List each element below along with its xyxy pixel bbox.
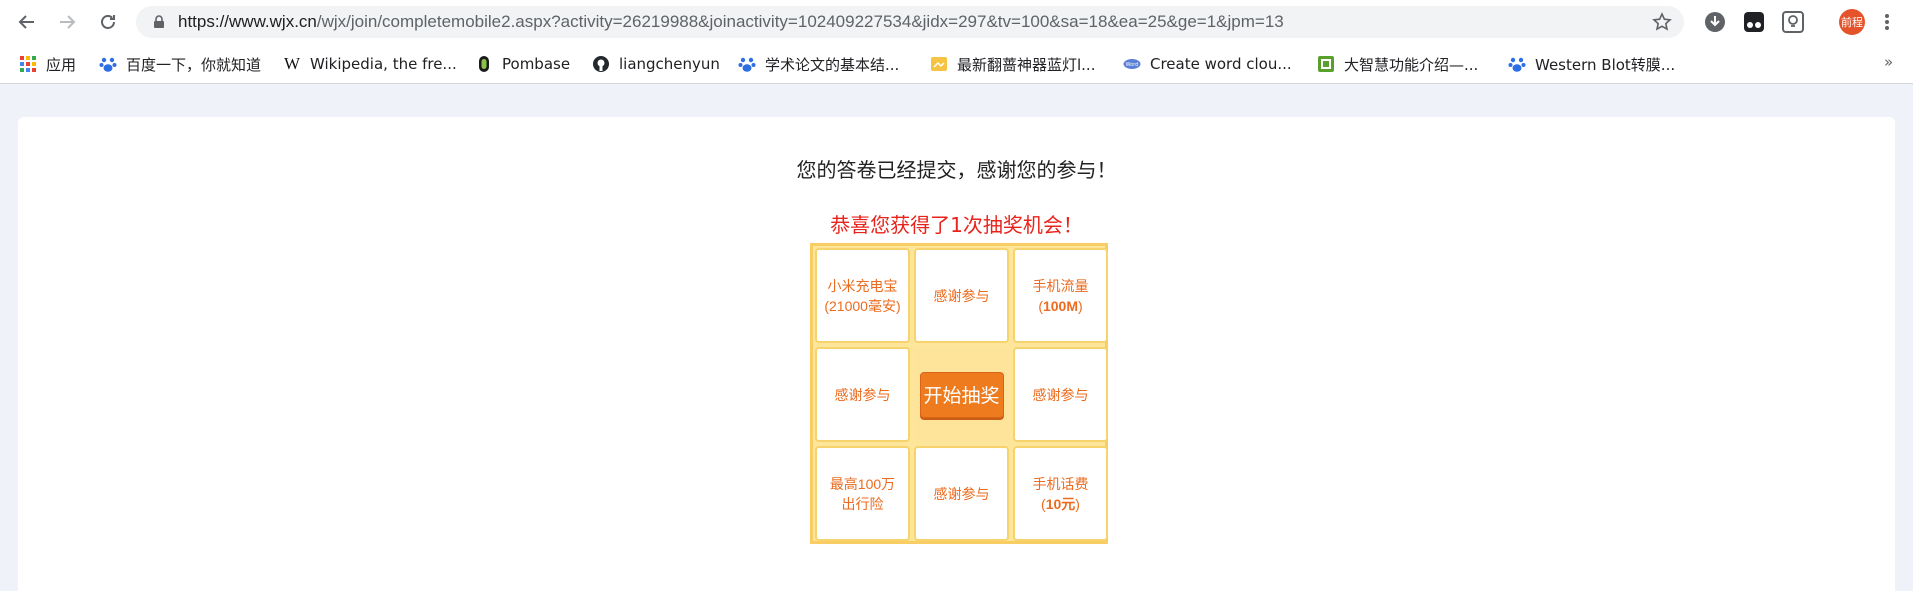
prize-cell-data-plan: 手机流量 (100M) xyxy=(1013,248,1108,343)
lantern-icon xyxy=(930,55,948,73)
lock-icon xyxy=(154,15,164,28)
reload-button[interactable] xyxy=(96,10,120,34)
bookmark-label: 应用 xyxy=(46,55,77,74)
bookmark-label: liangchenyun xyxy=(619,55,720,73)
prize-cell-travel-insurance: 最高100万 出行险 xyxy=(815,446,910,541)
bookmark-item[interactable]: W Wikipedia, the fre... xyxy=(283,53,457,75)
forward-arrow-icon xyxy=(60,15,76,29)
prize-label: (21000毫安) xyxy=(824,297,901,314)
github-icon xyxy=(592,55,610,73)
bookmark-label: Pombase xyxy=(502,55,571,73)
download-extension-button[interactable] xyxy=(1704,11,1726,33)
bookmark-label: Wikipedia, the fre... xyxy=(310,55,457,73)
prize-cell-thanks: 感谢参与 xyxy=(914,446,1009,541)
prize-amount: 100M xyxy=(1042,297,1079,314)
prize-cell-thanks: 感谢参与 xyxy=(1013,347,1108,442)
prize-label: 手机话费 xyxy=(1032,475,1089,492)
bookmark-label: 学术论文的基本结... xyxy=(765,55,900,74)
prize-paren: ) xyxy=(1075,495,1080,512)
back-arrow-icon xyxy=(18,15,34,29)
baidu-paw-icon xyxy=(99,55,117,73)
prize-label: 出行险 xyxy=(841,495,884,512)
prize-cell-phone-credit: 手机话费 (10元) xyxy=(1013,446,1108,541)
wikipedia-w-icon: W xyxy=(283,54,301,73)
prize-label: 手机流量 xyxy=(1032,277,1089,294)
reload-icon xyxy=(101,15,115,29)
prize-cell-thanks: 感谢参与 xyxy=(914,248,1009,343)
bookmark-item[interactable]: Western Blot转膜... xyxy=(1508,53,1675,75)
prize-label: 小米充电宝 xyxy=(827,277,898,294)
bookmark-item[interactable]: liangchenyun xyxy=(592,53,720,75)
bookmark-item[interactable]: 大智慧功能介绍—... xyxy=(1317,53,1478,75)
prize-label: 最高100万 xyxy=(829,475,896,492)
address-bar[interactable]: https://www.wjx.cn/wjx/join/completemobi… xyxy=(136,6,1684,38)
url-path: /wjx/join/completemobile2.aspx?activity=… xyxy=(316,12,1284,31)
profile-avatar[interactable]: 前程 xyxy=(1839,9,1865,35)
more-bookmarks-button[interactable]: » xyxy=(1884,53,1893,71)
idea-extension-button[interactable] xyxy=(1782,11,1804,33)
back-button[interactable] xyxy=(15,10,39,34)
submission-thanks-text: 您的答卷已经提交，感谢您的参与！ xyxy=(796,158,1117,182)
lottery-congrats-text: 恭喜您获得了1次抽奖机会！ xyxy=(830,213,1083,237)
tampermonkey-extension-button[interactable] xyxy=(1743,11,1765,33)
bookmark-item[interactable]: 百度一下，你就知道 xyxy=(99,53,261,75)
tampermonkey-icon xyxy=(1744,12,1764,32)
start-lottery-button[interactable]: 开始抽奖 xyxy=(919,371,1004,418)
bookmark-item[interactable]: Word Create word clou... xyxy=(1123,53,1292,75)
bookmark-label: 百度一下，你就知道 xyxy=(126,55,262,74)
lightbulb-icon xyxy=(1782,11,1804,33)
prize-cell-power-bank: 小米充电宝 (21000毫安) xyxy=(815,248,910,343)
apps-grid-icon xyxy=(19,55,37,73)
bookmark-label: 大智慧功能介绍—... xyxy=(1344,55,1479,74)
bookmark-item[interactable]: 应用 xyxy=(19,53,76,75)
url-host: https://www.wjx.cn xyxy=(178,12,317,31)
lottery-center: 开始抽奖 xyxy=(914,347,1009,442)
bookmark-label: Western Blot转膜... xyxy=(1535,55,1676,74)
bookmarks-bar: 应用 百度一下，你就知道 W Wikipedia, the fre... Pom… xyxy=(0,44,1913,84)
bookmark-item[interactable]: Pombase xyxy=(475,53,570,75)
prize-label: 感谢参与 xyxy=(1032,386,1089,403)
bookmark-label: 最新翻蔷神器蓝灯l... xyxy=(957,55,1096,74)
download-circle-icon xyxy=(1705,12,1725,32)
page-card: 您的答卷已经提交，感谢您的参与！ 恭喜您获得了1次抽奖机会！ 小米充电宝 (210… xyxy=(18,117,1895,591)
bookmark-item[interactable]: 最新翻蔷神器蓝灯l... xyxy=(930,53,1095,75)
browser-toolbar: https://www.wjx.cn/wjx/join/completemobi… xyxy=(0,0,1913,44)
lottery-grid: 小米充电宝 (21000毫安) 感谢参与 手机流量 (100M) 感谢参与 开始抽奖… xyxy=(810,243,1108,544)
prize-amount: 10元 xyxy=(1045,495,1076,512)
bookmark-label: Create word clou... xyxy=(1150,55,1292,73)
word-cloud-icon: Word xyxy=(1123,55,1141,73)
prize-label: 感谢参与 xyxy=(834,386,891,403)
forward-button[interactable] xyxy=(55,10,79,34)
bookmark-star-icon[interactable] xyxy=(1652,12,1672,32)
prize-label: 感谢参与 xyxy=(933,485,990,502)
browser-menu-icon[interactable] xyxy=(1884,11,1890,33)
baidu-paw-icon xyxy=(738,55,756,73)
prize-label: 感谢参与 xyxy=(933,287,990,304)
prize-paren: ) xyxy=(1078,297,1083,314)
svg-text:Word: Word xyxy=(1126,62,1139,68)
prize-cell-thanks: 感谢参与 xyxy=(815,347,910,442)
dzh-icon xyxy=(1317,55,1335,73)
pombase-icon xyxy=(475,55,493,73)
url-text: https://www.wjx.cn/wjx/join/completemobi… xyxy=(178,6,1284,38)
baidu-paw-icon xyxy=(1508,55,1526,73)
bookmark-item[interactable]: 学术论文的基本结... xyxy=(738,53,899,75)
